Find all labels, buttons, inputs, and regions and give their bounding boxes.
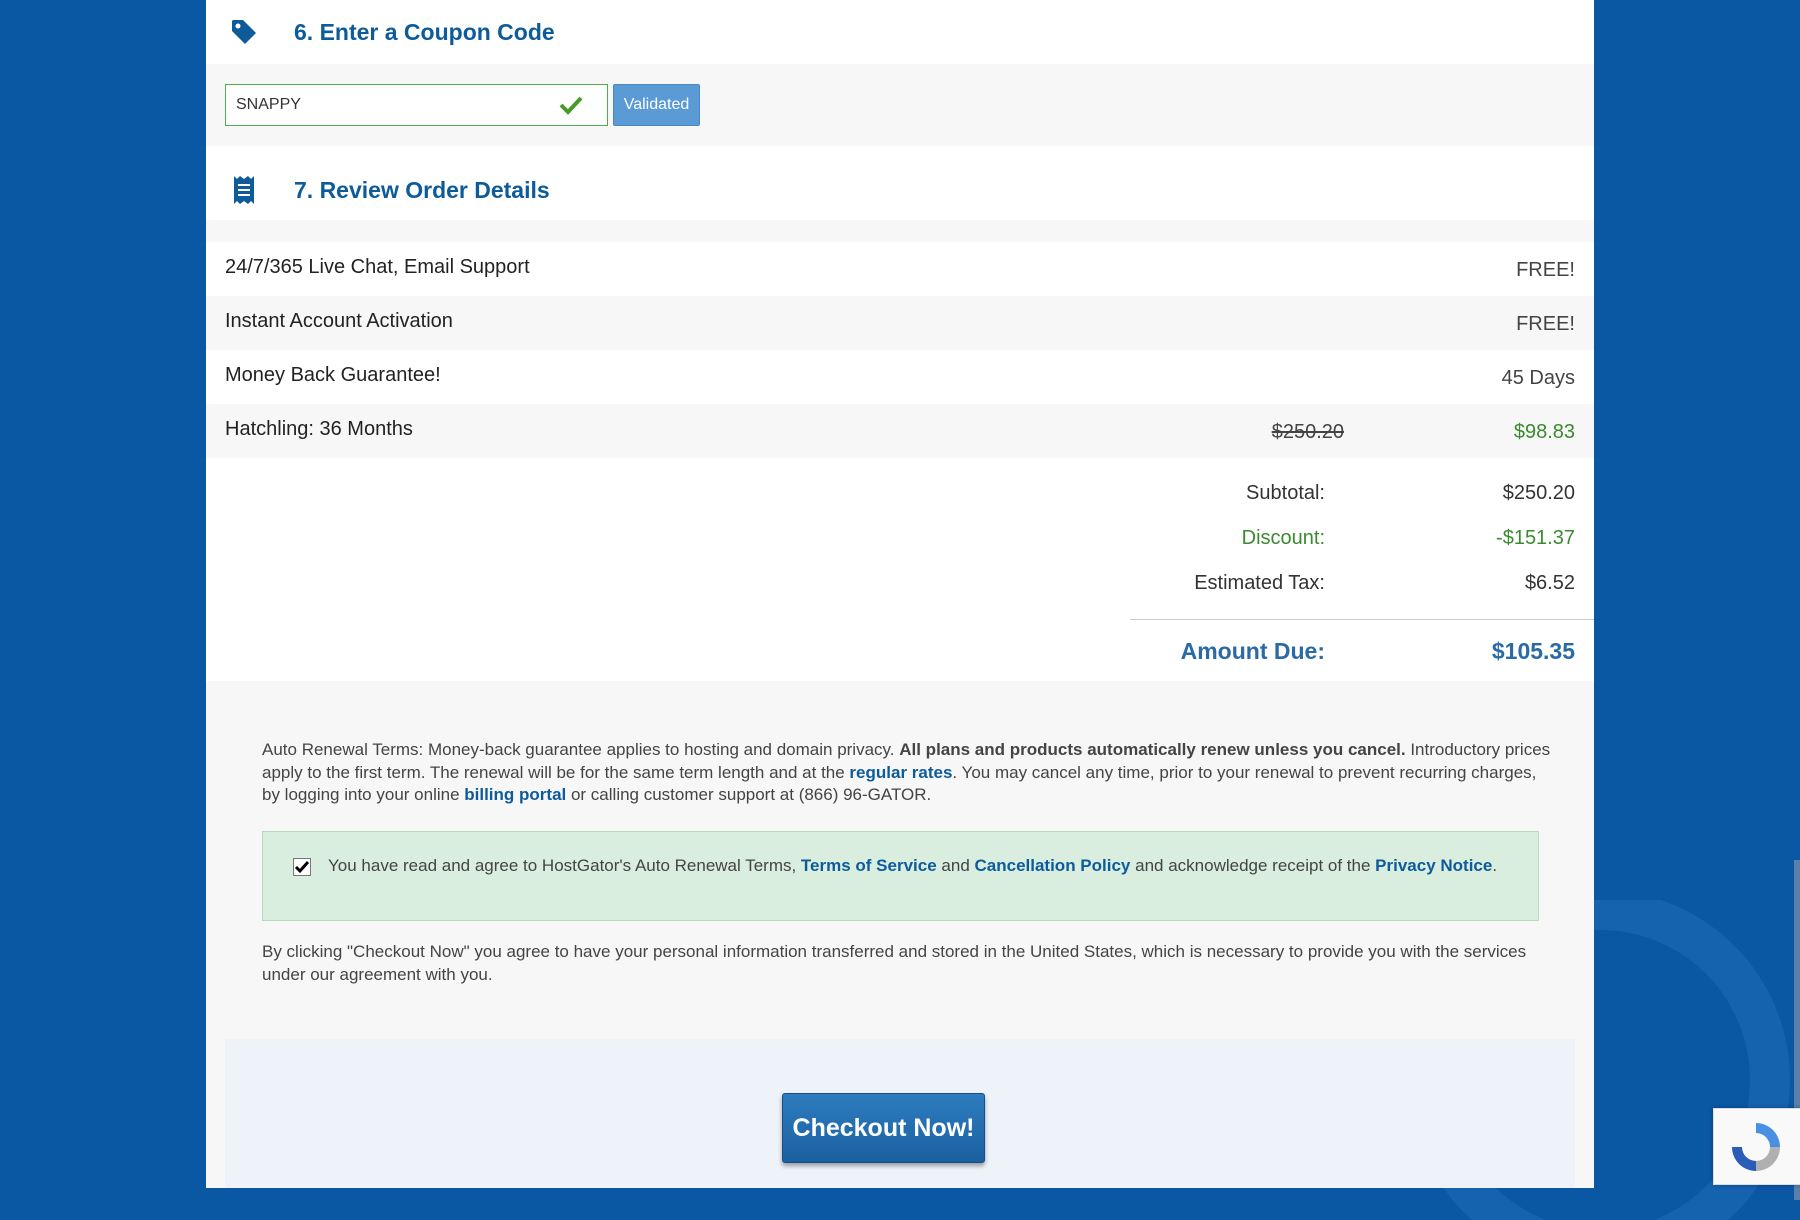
checkmark-icon bbox=[559, 95, 583, 120]
line-item-label: 24/7/365 Live Chat, Email Support bbox=[225, 256, 530, 278]
discount-label: Discount: bbox=[1241, 527, 1325, 549]
agreement-text: You have read and agree to HostGator's A… bbox=[328, 856, 1497, 876]
checkout-panel: 6. Enter a Coupon Code Validated 7. Revi… bbox=[206, 0, 1594, 1188]
checkout-now-button[interactable]: Checkout Now! bbox=[782, 1093, 985, 1163]
line-item-value: FREE! bbox=[1516, 259, 1575, 281]
terms-bold-text: All plans and products automatically ren… bbox=[899, 740, 1406, 759]
agreement-text-part: and acknowledge receipt of the bbox=[1130, 856, 1376, 875]
coupon-row: Validated bbox=[206, 64, 1594, 146]
auto-renewal-terms: Auto Renewal Terms: Money-back guarantee… bbox=[262, 739, 1552, 807]
checkout-area: Checkout Now! bbox=[225, 1039, 1575, 1188]
review-section-header: 7. Review Order Details bbox=[206, 160, 1594, 220]
tax-label: Estimated Tax: bbox=[1194, 572, 1325, 594]
amount-due-value: $105.35 bbox=[1491, 638, 1575, 664]
consent-text: By clicking "Checkout Now" you agree to … bbox=[262, 942, 1527, 984]
order-totals: Subtotal: $250.20 Discount: -$151.37 Est… bbox=[206, 458, 1594, 681]
billing-portal-link[interactable]: billing portal bbox=[464, 785, 566, 804]
totals-divider bbox=[1130, 619, 1594, 620]
validated-button[interactable]: Validated bbox=[613, 84, 700, 126]
review-section-title: 7. Review Order Details bbox=[294, 176, 550, 203]
regular-rates-link[interactable]: regular rates bbox=[849, 763, 952, 782]
line-item: Hatchling: 36 Months $250.20 $98.83 bbox=[206, 404, 1594, 458]
terms-text: or calling customer support at (866) 96-… bbox=[566, 785, 932, 804]
line-item: 24/7/365 Live Chat, Email Support FREE! bbox=[206, 242, 1594, 296]
line-item: Money Back Guarantee! 45 Days bbox=[206, 350, 1594, 404]
cancellation-policy-link[interactable]: Cancellation Policy bbox=[975, 856, 1131, 875]
line-item-label: Money Back Guarantee! bbox=[225, 364, 441, 386]
terms-of-service-link[interactable]: Terms of Service bbox=[801, 856, 937, 875]
coupon-input[interactable] bbox=[226, 85, 538, 125]
line-item-label: Hatchling: 36 Months bbox=[225, 418, 413, 440]
divider bbox=[206, 220, 1594, 242]
agreement-box: You have read and agree to HostGator's A… bbox=[262, 831, 1539, 921]
privacy-notice-link[interactable]: Privacy Notice bbox=[1375, 856, 1492, 875]
subtotal-value: $250.20 bbox=[1502, 482, 1575, 504]
line-item-label: Instant Account Activation bbox=[225, 310, 453, 332]
receipt-icon bbox=[226, 172, 262, 208]
amount-due-label: Amount Due: bbox=[1180, 638, 1325, 664]
coupon-input-wrapper bbox=[225, 84, 608, 126]
recaptcha-badge[interactable] bbox=[1713, 1108, 1800, 1185]
tax-value: $6.52 bbox=[1524, 572, 1575, 594]
original-price: $250.20 bbox=[1271, 421, 1344, 443]
tag-icon bbox=[226, 14, 262, 50]
subtotal-label: Subtotal: bbox=[1246, 482, 1325, 504]
agreement-text-part: You have read and agree to HostGator's A… bbox=[328, 856, 801, 875]
coupon-section-header: 6. Enter a Coupon Code bbox=[206, 0, 1594, 64]
line-item-value: 45 Days bbox=[1501, 367, 1575, 389]
line-item: Instant Account Activation FREE! bbox=[206, 296, 1594, 350]
terms-text: Auto Renewal Terms: Money-back guarantee… bbox=[262, 740, 900, 759]
checkmark-icon bbox=[294, 861, 310, 874]
recaptcha-icon bbox=[1732, 1123, 1780, 1171]
agreement-text-part: . bbox=[1492, 856, 1498, 875]
discount-value: -$151.37 bbox=[1496, 527, 1575, 549]
line-item-value: FREE! bbox=[1516, 313, 1575, 335]
legal-section: Auto Renewal Terms: Money-back guarantee… bbox=[206, 681, 1594, 1188]
coupon-section-title: 6. Enter a Coupon Code bbox=[294, 18, 555, 45]
agreement-text-part: and bbox=[936, 856, 975, 875]
agree-checkbox[interactable] bbox=[293, 858, 311, 876]
line-item-value: $98.83 bbox=[1513, 421, 1575, 443]
